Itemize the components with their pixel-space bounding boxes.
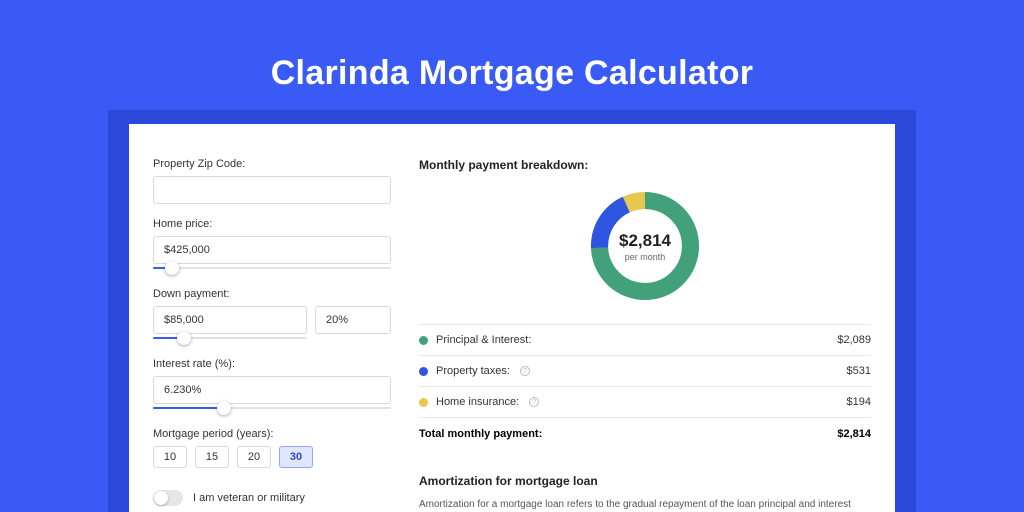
down-payment-amount-input[interactable] (153, 306, 307, 334)
legend-item-value: $2,089 (837, 334, 871, 346)
calculator-panel: Property Zip Code: Home price: Down paym… (129, 124, 895, 512)
amortization-text: Amortization for a mortgage loan refers … (419, 498, 871, 512)
down-payment-pct-input[interactable] (315, 306, 391, 334)
legend-row: Principal & Interest: $2,089 (419, 325, 871, 356)
gold-dot-icon (419, 398, 428, 407)
interest-slider[interactable] (153, 402, 391, 414)
info-icon[interactable]: ? (529, 397, 539, 407)
period-option-15[interactable]: 15 (195, 446, 229, 468)
interest-input[interactable] (153, 376, 391, 404)
info-icon[interactable]: ? (520, 366, 530, 376)
page-title: Clarinda Mortgage Calculator (0, 54, 1024, 93)
legend-item-value: $531 (847, 365, 871, 377)
zip-input[interactable] (153, 176, 391, 204)
legend-item-label: Principal & Interest: (436, 334, 531, 346)
interest-label: Interest rate (%): (153, 358, 391, 370)
period-option-20[interactable]: 20 (237, 446, 271, 468)
stage: Clarinda Mortgage Calculator Property Zi… (0, 0, 1024, 512)
legend-total-value: $2,814 (837, 428, 871, 440)
amortization-title: Amortization for mortgage loan (419, 474, 871, 488)
donut-chart: $2,814 per month (419, 186, 871, 306)
legend-row: Property taxes:? $531 (419, 356, 871, 387)
zip-label: Property Zip Code: (153, 158, 391, 170)
donut-center-sub: per month (625, 252, 666, 262)
legend-total-label: Total monthly payment: (419, 428, 542, 440)
period-label: Mortgage period (years): (153, 428, 391, 440)
period-options: 10 15 20 30 (153, 446, 391, 468)
legend-row: Home insurance:? $194 (419, 387, 871, 418)
legend: Principal & Interest: $2,089 Property taxe… (419, 324, 871, 418)
home-price-input[interactable] (153, 236, 391, 264)
period-option-10[interactable]: 10 (153, 446, 187, 468)
legend-item-label: Home insurance: (436, 396, 519, 408)
down-payment-slider[interactable] (153, 332, 307, 344)
home-price-label: Home price: (153, 218, 391, 230)
legend-item-value: $194 (847, 396, 871, 408)
down-payment-label: Down payment: (153, 288, 391, 300)
breakdown-column: Monthly payment breakdown: $2,814 per mo… (419, 158, 871, 512)
form-column: Property Zip Code: Home price: Down paym… (153, 158, 391, 506)
home-price-slider[interactable] (153, 262, 391, 274)
period-option-30[interactable]: 30 (279, 446, 313, 468)
green-dot-icon (419, 336, 428, 345)
legend-item-label: Property taxes: (436, 365, 510, 377)
legend-total-row: Total monthly payment: $2,814 (419, 418, 871, 450)
breakdown-title: Monthly payment breakdown: (419, 158, 871, 172)
blue-dot-icon (419, 367, 428, 376)
veteran-toggle[interactable] (153, 490, 183, 506)
donut-center-amount: $2,814 (619, 231, 671, 251)
veteran-label: I am veteran or military (193, 492, 305, 504)
